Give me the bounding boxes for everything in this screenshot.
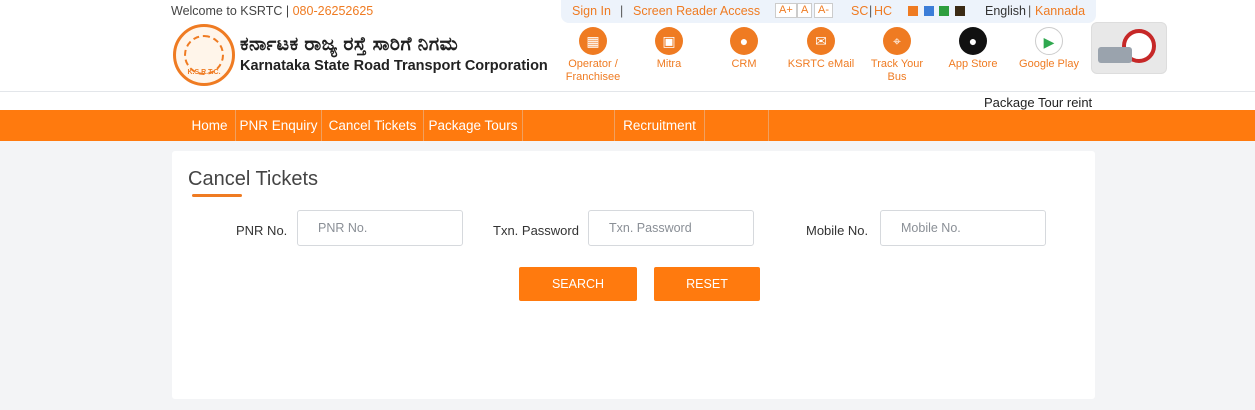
font-increase-button[interactable]: A+ [775, 3, 797, 18]
kannada-link[interactable]: Kannada [1035, 4, 1085, 18]
quicklink-crm[interactable]: ● CRM [708, 27, 780, 71]
welcome-text: Welcome to KSRTC | 080-26252625 [171, 4, 373, 18]
nav-package-tours[interactable]: Package Tours [424, 110, 523, 141]
location-icon: ⌖ [883, 27, 911, 55]
nav-empty-slot [523, 110, 615, 141]
theme-swatch-blue[interactable] [924, 6, 934, 16]
helpline-phone[interactable]: 080-26252625 [293, 4, 374, 18]
nav-pnr-enquiry[interactable]: PNR Enquiry [236, 110, 322, 141]
sign-in-link[interactable]: Sign In [572, 4, 611, 18]
quicklink-label: Google Play [1019, 58, 1079, 70]
quicklink-label: KSRTC eMail [787, 58, 855, 70]
quicklink-label: App Store [948, 58, 998, 70]
utility-separator: | [620, 4, 624, 18]
quicklink-label: Mitra [656, 58, 682, 70]
building-icon: ▦ [579, 27, 607, 55]
utility-bar: Sign In | Screen Reader Access A+ A A- S… [561, 0, 1096, 23]
logo-text: K.S.R.T.C. [187, 69, 221, 76]
hc-link[interactable]: HC [874, 4, 892, 18]
quicklink-email[interactable]: ✉ KSRTC eMail [785, 27, 857, 71]
bus-icon: ▣ [655, 27, 683, 55]
anniversary-badge [1091, 22, 1167, 74]
quicklink-label: Operator / Franchisee [565, 58, 621, 83]
page-title: Cancel Tickets [188, 168, 319, 190]
font-normal-button[interactable]: A [797, 3, 813, 18]
font-decrease-button[interactable]: A- [814, 3, 833, 18]
welcome-label: Welcome to KSRTC | [171, 4, 290, 18]
apple-icon: ● [959, 27, 987, 55]
user-icon: ● [730, 27, 758, 55]
reset-button[interactable]: RESET [654, 267, 760, 301]
utility-separator: | [1028, 4, 1032, 18]
quicklink-label: CRM [731, 58, 757, 70]
theme-swatch-green[interactable] [939, 6, 949, 16]
english-link[interactable]: English [985, 4, 1026, 18]
badge-bus-graphic [1098, 47, 1132, 63]
quicklink-track-bus[interactable]: ⌖ Track Your Bus [861, 27, 933, 84]
theme-swatch-brown[interactable] [955, 6, 965, 16]
txn-password-input[interactable] [588, 210, 754, 246]
nav-empty-slot [705, 110, 769, 141]
txn-password-label: Txn. Password [493, 223, 579, 238]
utility-separator: | [869, 4, 873, 18]
org-name-kannada: ಕರ್ನಾಟಕ ರಾಜ್ಯ ರಸ್ತೆ ಸಾರಿಗೆ ನಿಗಮ [240, 34, 459, 55]
pnr-label: PNR No. [236, 223, 288, 238]
nav-cancel-tickets[interactable]: Cancel Tickets [322, 110, 424, 141]
mail-icon: ✉ [807, 27, 835, 55]
play-icon: ▶ [1035, 27, 1063, 55]
site-header: Welcome to KSRTC | 080-26252625 K.S.R.T.… [0, 0, 1255, 91]
quicklink-mitra[interactable]: ▣ Mitra [633, 27, 705, 71]
mobile-label: Mobile No. [806, 223, 869, 238]
search-button[interactable]: SEARCH [519, 267, 637, 301]
mobile-input[interactable] [880, 210, 1046, 246]
cancel-tickets-card: Cancel Tickets PNR No. Txn. Password Mob… [172, 151, 1095, 399]
theme-swatch-orange[interactable] [908, 6, 918, 16]
quicklink-google-play[interactable]: ▶ Google Play [1013, 27, 1085, 71]
main-nav: Home PNR Enquiry Cancel Tickets Package … [0, 110, 1255, 141]
screen-reader-link[interactable]: Screen Reader Access [633, 4, 760, 18]
quicklink-app-store[interactable]: ● App Store [937, 27, 1009, 71]
ticker-text[interactable]: Package Tour reint [984, 95, 1092, 110]
pnr-input[interactable] [297, 210, 463, 246]
org-name-english: Karnataka State Road Transport Corporati… [240, 58, 548, 74]
sc-link[interactable]: SC [851, 4, 868, 18]
news-ticker: Package Tour reint [0, 91, 1255, 110]
quicklink-operator[interactable]: ▦ Operator / Franchisee [557, 27, 629, 84]
ksrtc-logo[interactable]: K.S.R.T.C. [173, 24, 235, 86]
nav-home[interactable]: Home [184, 110, 236, 141]
title-underline [192, 194, 242, 197]
quicklink-label: Track Your Bus [870, 58, 924, 83]
nav-recruitment[interactable]: Recruitment [615, 110, 705, 141]
